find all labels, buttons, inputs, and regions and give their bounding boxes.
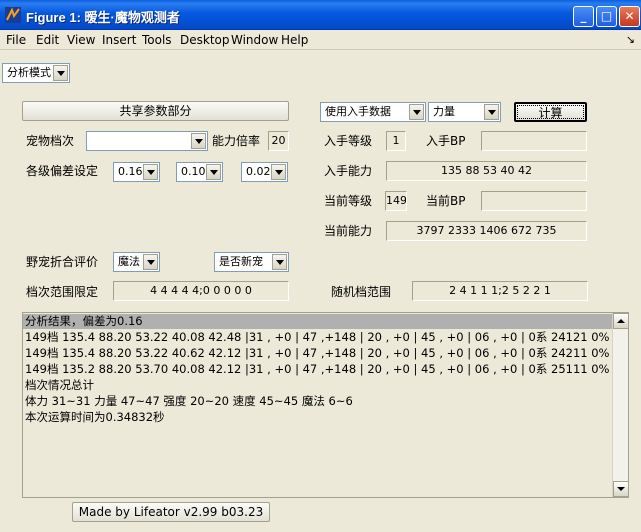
menu-insert[interactable]: Insert bbox=[102, 32, 136, 48]
dock-arrow-icon[interactable]: ↘ bbox=[626, 33, 635, 46]
random-range-field[interactable]: 2 4 1 1 1;2 5 2 2 1 bbox=[412, 281, 588, 301]
random-range-label: 随机档范围 bbox=[331, 285, 392, 299]
input-source-select[interactable]: 使用入手数据 bbox=[320, 102, 426, 122]
chevron-down-icon bbox=[143, 164, 158, 180]
chevron-down-icon bbox=[484, 104, 499, 120]
acquire-bp-label: 入手BP bbox=[426, 134, 466, 148]
chevron-down-icon bbox=[143, 254, 158, 270]
minimize-button[interactable]: _ bbox=[573, 6, 594, 27]
output-line: 档次情况总计 bbox=[25, 378, 94, 392]
chevron-down-icon bbox=[409, 104, 424, 120]
calc-button[interactable]: 计算 bbox=[514, 102, 587, 122]
grade-range-label: 档次范围限定 bbox=[26, 285, 99, 299]
output-line: 体力 31~31 力量 47~47 强度 20~20 速度 45~45 魔法 6… bbox=[25, 394, 353, 408]
menu-file[interactable]: File bbox=[6, 32, 26, 48]
acquire-ability-label: 入手能力 bbox=[324, 164, 373, 178]
output-line: 149档 135.2 88.20 53.70 40.08 42.12 |31 ,… bbox=[25, 362, 619, 376]
output-line: 149档 135.4 88.20 53.22 40.62 42.12 |31 ,… bbox=[25, 346, 619, 360]
chevron-down-icon bbox=[206, 164, 221, 180]
output-line: 本次运算时间为0.34832秒 bbox=[25, 410, 165, 424]
chevron-down-icon bbox=[53, 65, 68, 81]
window-title: Figure 1: 暧生·魔物观测者 bbox=[26, 10, 180, 25]
pet-grade-select[interactable] bbox=[86, 131, 208, 151]
acquire-bp-field[interactable] bbox=[481, 131, 587, 151]
matlab-figure-icon bbox=[5, 7, 21, 23]
maximize-button[interactable]: □ bbox=[596, 6, 617, 27]
mode-select-value: 分析模式 bbox=[7, 66, 51, 79]
scroll-down-icon[interactable] bbox=[613, 481, 628, 497]
chevron-down-icon bbox=[272, 254, 287, 270]
deviation-value-3: 0.02 bbox=[246, 165, 271, 178]
wild-eval-select[interactable]: 魔法 bbox=[113, 252, 160, 272]
new-pet-select[interactable]: 是否新宠 bbox=[214, 252, 289, 272]
attribute-value: 力量 bbox=[433, 105, 455, 118]
shared-params-button[interactable]: 共享参数部分 bbox=[22, 101, 289, 121]
deviation-select-3[interactable]: 0.02 bbox=[241, 162, 288, 182]
grade-range-field[interactable]: 4 4 4 4 4;0 0 0 0 0 bbox=[113, 281, 289, 301]
pet-grade-label: 宠物档次 bbox=[26, 134, 75, 148]
current-level-label: 当前等级 bbox=[324, 194, 373, 208]
acquire-level-field[interactable]: 1 bbox=[386, 131, 406, 151]
about-button[interactable]: Made by Lifeator v2.99 b03.23 bbox=[72, 502, 270, 522]
menu-edit[interactable]: Edit bbox=[36, 32, 59, 48]
deviation-label: 各级偏差设定 bbox=[26, 164, 99, 178]
current-bp-field[interactable] bbox=[481, 191, 587, 211]
analysis-output[interactable]: 分析结果，偏差为0.16 149档 135.4 88.20 53.22 40.0… bbox=[22, 312, 629, 498]
menu-view[interactable]: View bbox=[67, 32, 95, 48]
wild-eval-value: 魔法 bbox=[118, 255, 140, 268]
output-line: 149档 135.4 88.20 53.22 40.08 42.48 |31 ,… bbox=[25, 330, 619, 344]
menu-desktop[interactable]: Desktop bbox=[180, 32, 230, 48]
deviation-select-2[interactable]: 0.10 bbox=[176, 162, 223, 182]
output-scrollbar[interactable] bbox=[612, 313, 628, 497]
mode-select[interactable]: 分析模式 bbox=[2, 63, 70, 83]
menu-window[interactable]: Window bbox=[231, 32, 278, 48]
deviation-value-1: 0.16 bbox=[118, 165, 143, 178]
current-ability-field[interactable]: 3797 2333 1406 672 735 bbox=[386, 221, 587, 241]
ability-ratio-label: 能力倍率 bbox=[212, 134, 261, 148]
menu-tools[interactable]: Tools bbox=[142, 32, 172, 48]
menu-bar bbox=[0, 30, 641, 50]
close-button[interactable]: ✕ bbox=[619, 6, 640, 27]
new-pet-value: 是否新宠 bbox=[219, 255, 263, 268]
deviation-value-2: 0.10 bbox=[181, 165, 206, 178]
ability-ratio-field[interactable]: 20 bbox=[268, 131, 289, 151]
current-ability-label: 当前能力 bbox=[324, 224, 373, 238]
scroll-up-icon[interactable] bbox=[613, 313, 628, 329]
chevron-down-icon bbox=[271, 164, 286, 180]
attribute-select[interactable]: 力量 bbox=[428, 102, 501, 122]
output-line: 分析结果，偏差为0.16 bbox=[23, 314, 614, 329]
input-source-value: 使用入手数据 bbox=[325, 105, 391, 118]
chevron-down-icon bbox=[191, 133, 206, 149]
menu-help[interactable]: Help bbox=[281, 32, 308, 48]
acquire-level-label: 入手等级 bbox=[324, 134, 373, 148]
current-level-field[interactable]: 149 bbox=[385, 191, 407, 211]
acquire-ability-field[interactable]: 135 88 53 40 42 bbox=[386, 161, 587, 181]
current-bp-label: 当前BP bbox=[426, 194, 466, 208]
wild-eval-label: 野宠折合评价 bbox=[26, 255, 99, 269]
deviation-select-1[interactable]: 0.16 bbox=[113, 162, 160, 182]
